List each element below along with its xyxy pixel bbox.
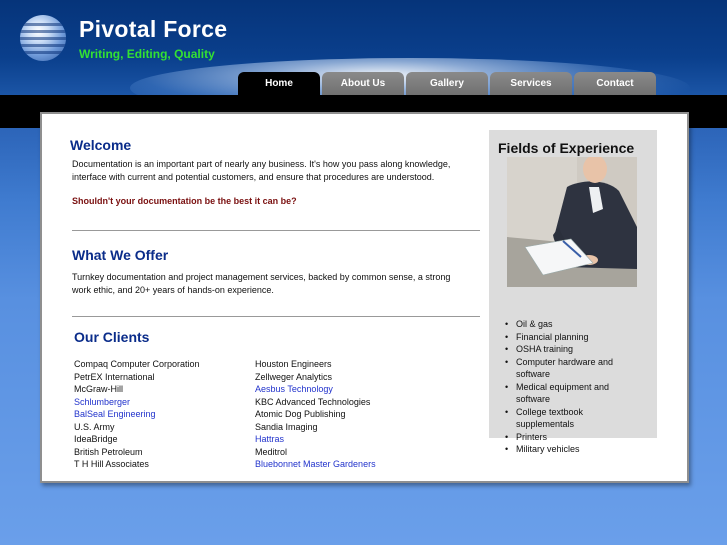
divider: [72, 316, 480, 317]
client-link[interactable]: BalSeal Engineering: [74, 408, 249, 421]
globe-logo-icon[interactable]: [20, 15, 66, 61]
client-item: Zellweger Analytics: [255, 371, 333, 382]
tab-home[interactable]: Home: [238, 72, 320, 95]
fields-list: Oil & gas Financial planning OSHA traini…: [505, 318, 655, 456]
offer-heading: What We Offer: [72, 247, 169, 263]
client-link[interactable]: Hattras: [255, 433, 455, 446]
tab-contact[interactable]: Contact: [574, 72, 656, 95]
client-link[interactable]: Schlumberger: [74, 396, 249, 409]
client-item: KBC Advanced Technologies: [255, 396, 371, 407]
client-item: Compaq Computer Corporation: [74, 359, 200, 369]
tab-services[interactable]: Services: [490, 72, 572, 95]
list-item-continued: software: [516, 394, 551, 404]
client-link[interactable]: Bluebonnet Master Gardeners: [255, 458, 455, 471]
client-item: McGraw-Hill: [74, 384, 123, 394]
list-item: Financial planning: [505, 331, 655, 344]
photo-illustration: [507, 157, 637, 287]
list-item: Medical equipment and: [505, 381, 655, 394]
list-item-continued: supplementals: [516, 419, 575, 429]
welcome-heading: Welcome: [70, 137, 132, 153]
businesswoman-writing-photo: [507, 157, 637, 287]
client-item: IdeaBridge: [74, 434, 118, 444]
tab-about-us[interactable]: About Us: [322, 72, 404, 95]
client-item: Meditrol: [255, 446, 288, 457]
client-link[interactable]: Aesbus Technology: [255, 383, 455, 396]
site-header: Pivotal Force Writing, Editing, Quality …: [0, 0, 727, 95]
welcome-question: Shouldn't your documentation be the best…: [72, 196, 297, 206]
offer-text: Turnkey documentation and project manage…: [72, 271, 472, 297]
list-item: College textbook: [505, 406, 655, 419]
divider: [72, 230, 480, 231]
clients-heading: Our Clients: [74, 329, 150, 345]
fields-sidebar: Fields of Experience • Oil & gas • Finan…: [489, 130, 657, 455]
client-item: T H Hill Associates: [74, 459, 149, 469]
list-item: Military vehicles: [505, 443, 655, 456]
client-item: U.S. Army: [74, 421, 115, 432]
offer-line-1: Turnkey documentation and project manage…: [72, 272, 451, 282]
client-item: Houston Engineers: [255, 359, 332, 369]
welcome-line-1: Documentation is an important part of ne…: [72, 159, 451, 169]
client-item: Atomic Dog Publishing: [255, 409, 346, 419]
main-nav: Home About Us Gallery Services Contact: [238, 72, 656, 95]
welcome-line-2: interface with current and potential cus…: [72, 172, 435, 182]
client-item: PetrEX International: [74, 371, 155, 382]
offer-line-2: work ethic, and 20+ years of hands-on ex…: [72, 285, 274, 295]
site-title: Pivotal Force: [79, 16, 228, 42]
tab-gallery[interactable]: Gallery: [406, 72, 488, 95]
list-item: Oil & gas: [505, 318, 655, 331]
clients-right-column: Houston Engineers Zellweger Analytics Ae…: [255, 358, 455, 471]
site-tagline: Writing, Editing, Quality: [79, 47, 215, 61]
client-item: Sandia Imaging: [255, 421, 318, 432]
content-panel: Welcome Documentation is an important pa…: [40, 112, 689, 483]
client-item: British Petroleum: [74, 446, 143, 457]
welcome-text: Documentation is an important part of ne…: [72, 158, 472, 184]
clients-left-column: Compaq Computer Corporation PetrEX Inter…: [74, 358, 249, 471]
list-item: Printers: [505, 431, 655, 444]
list-item: Computer hardware and: [505, 356, 655, 369]
fields-heading: Fields of Experience: [498, 140, 635, 156]
list-item-continued: software: [516, 369, 551, 379]
list-item: OSHA training: [505, 343, 655, 356]
